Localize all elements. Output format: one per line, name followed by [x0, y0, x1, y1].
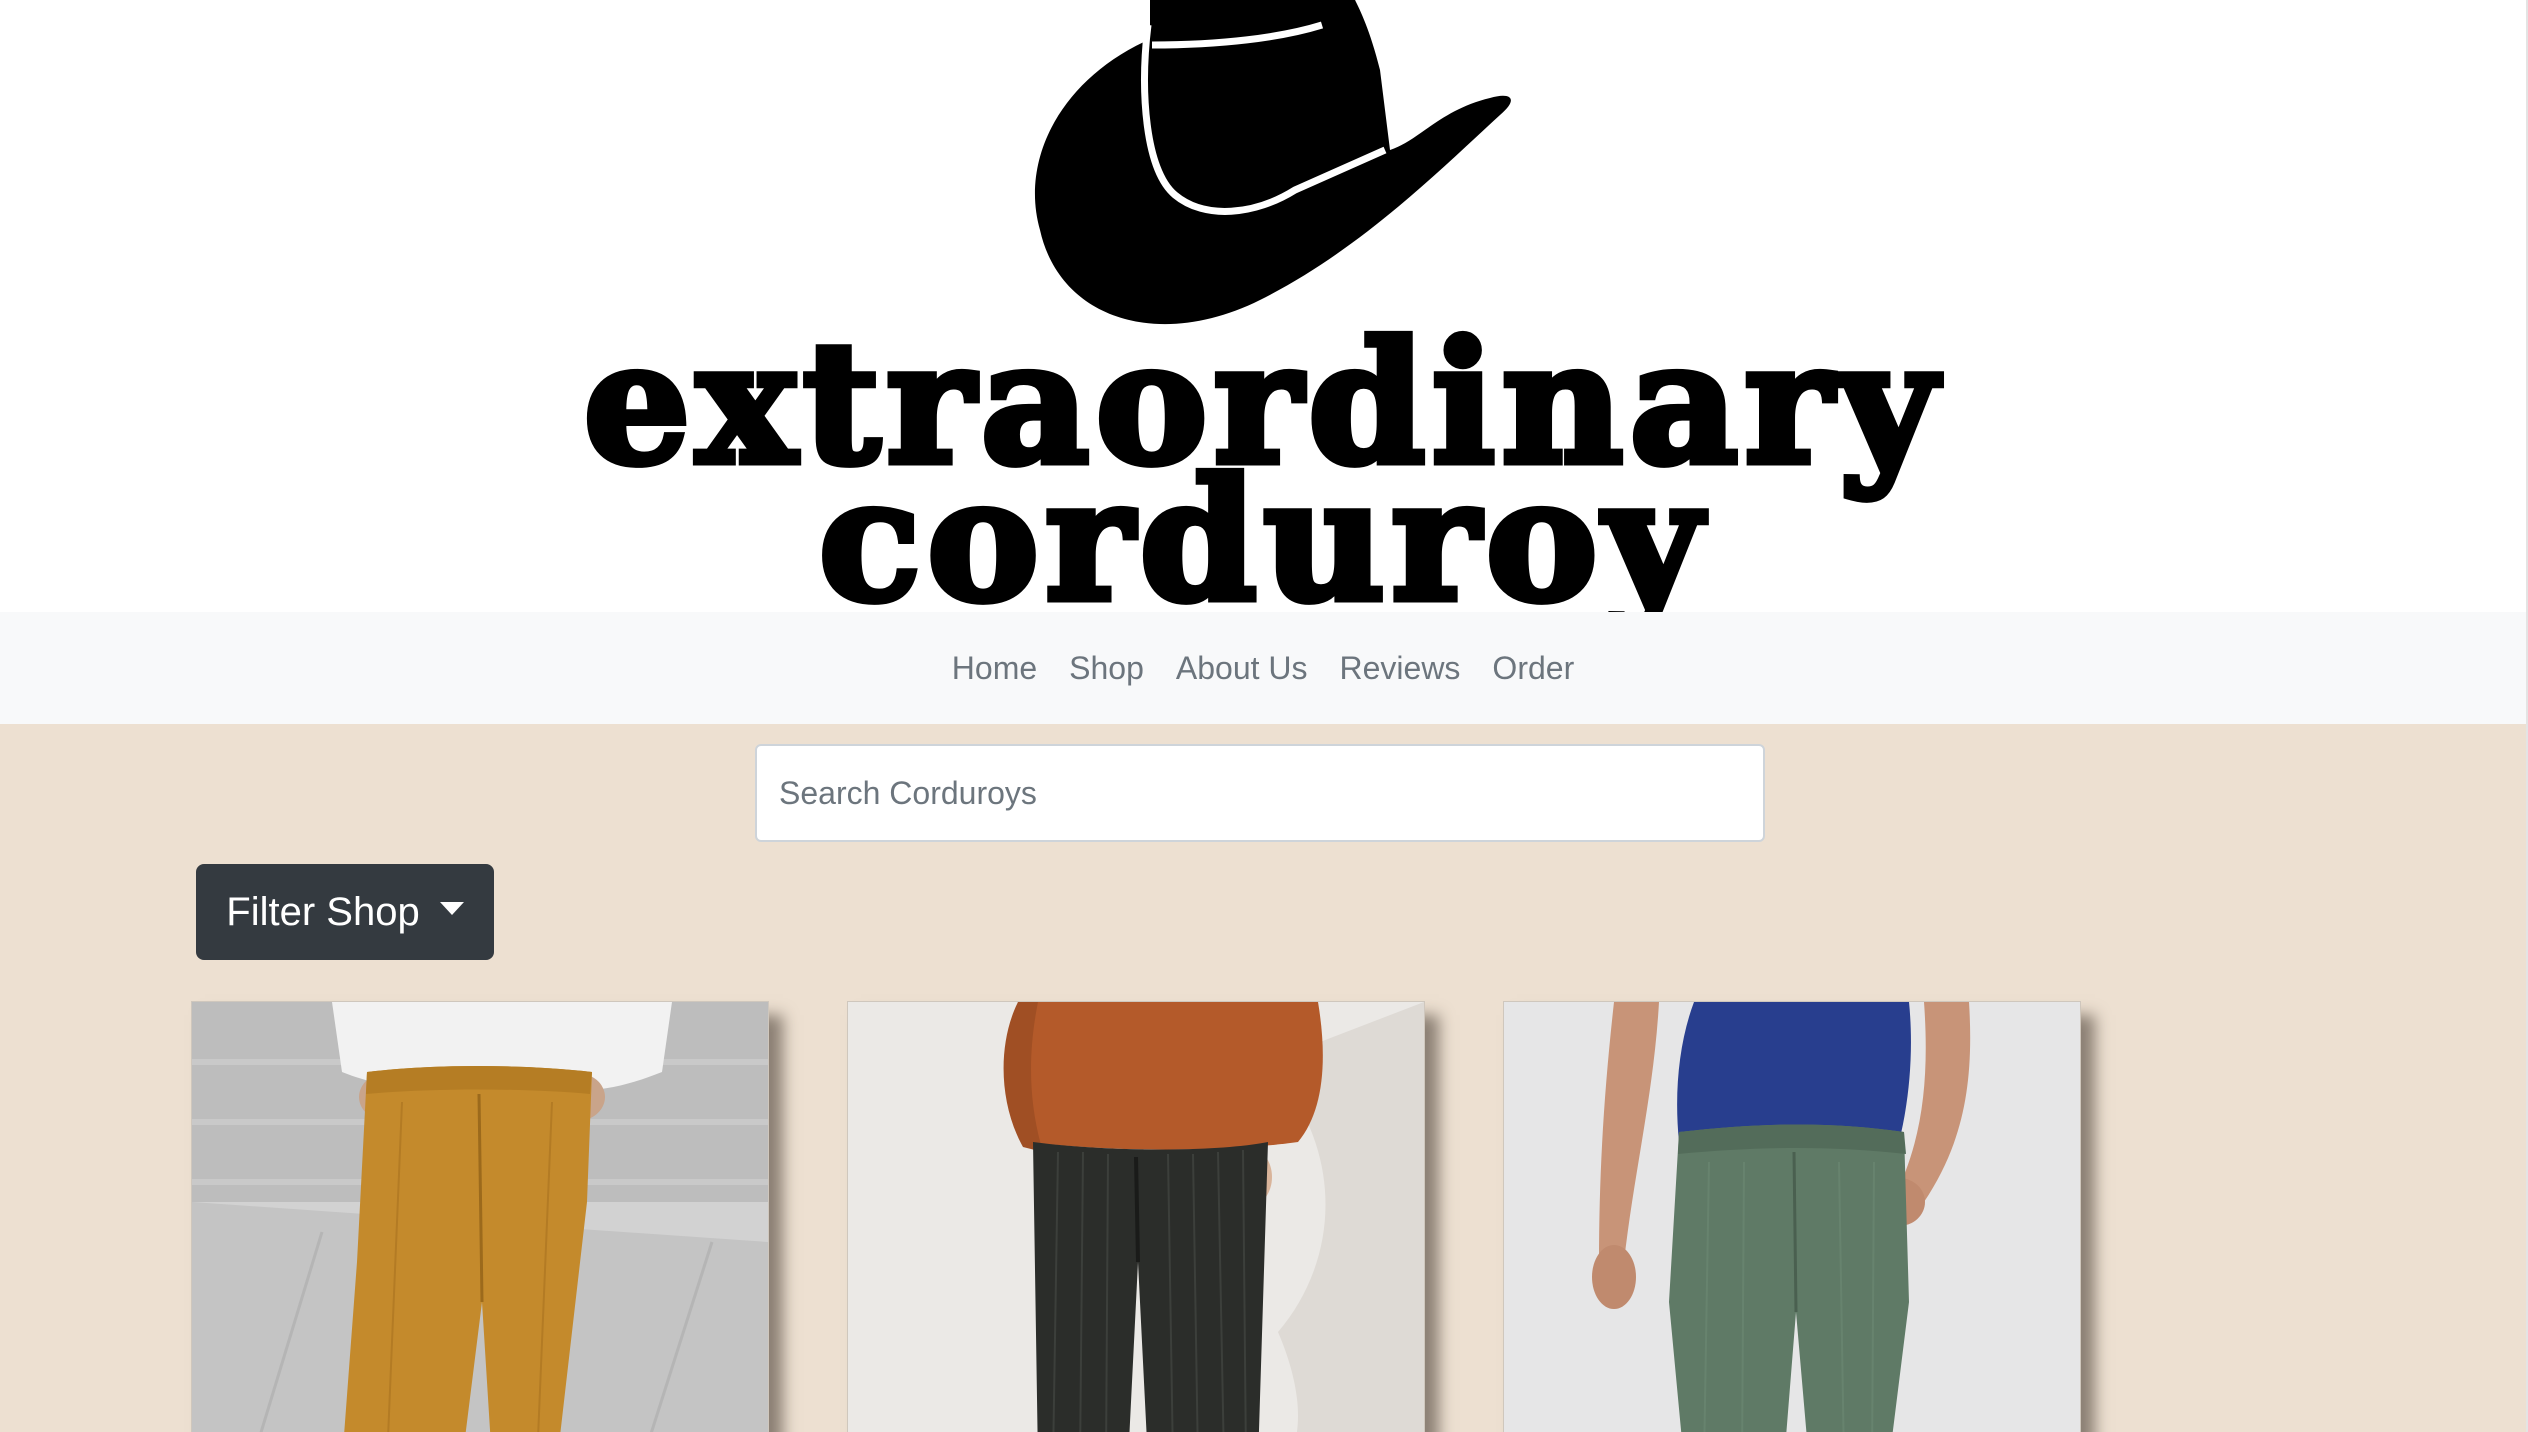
black-corduroy-pants-photo [848, 1002, 1424, 1432]
caret-down-icon [439, 901, 464, 915]
logo-header: extraordinary corduroy [0, 0, 2526, 629]
filter-shop-label: Filter Shop [226, 889, 420, 934]
shop-main: Filter Shop [0, 724, 2526, 1432]
product-card-black[interactable] [847, 1001, 1425, 1432]
cowboy-hat-icon [1034, 0, 1511, 325]
sage-green-corduroy-pants-photo [1504, 1002, 2080, 1432]
nav-link-reviews[interactable]: Reviews [1324, 650, 1477, 687]
page: extraordinary corduroy Home Shop About U… [0, 0, 2526, 1432]
nav-link-shop[interactable]: Shop [1053, 650, 1160, 687]
product-card-mustard[interactable] [191, 1001, 769, 1432]
nav-link-about-us[interactable]: About Us [1160, 650, 1324, 687]
product-card-green[interactable] [1503, 1001, 2081, 1432]
search-input[interactable] [755, 744, 1765, 842]
nav-link-home[interactable]: Home [936, 650, 1053, 687]
filter-shop-button[interactable]: Filter Shop [196, 864, 494, 960]
main-navbar: Home Shop About Us Reviews Order [0, 612, 2526, 724]
mustard-corduroy-pants-photo [192, 1002, 768, 1432]
logo-wordmark-line2: corduroy [815, 441, 1708, 639]
nav-link-order[interactable]: Order [1476, 650, 1590, 687]
